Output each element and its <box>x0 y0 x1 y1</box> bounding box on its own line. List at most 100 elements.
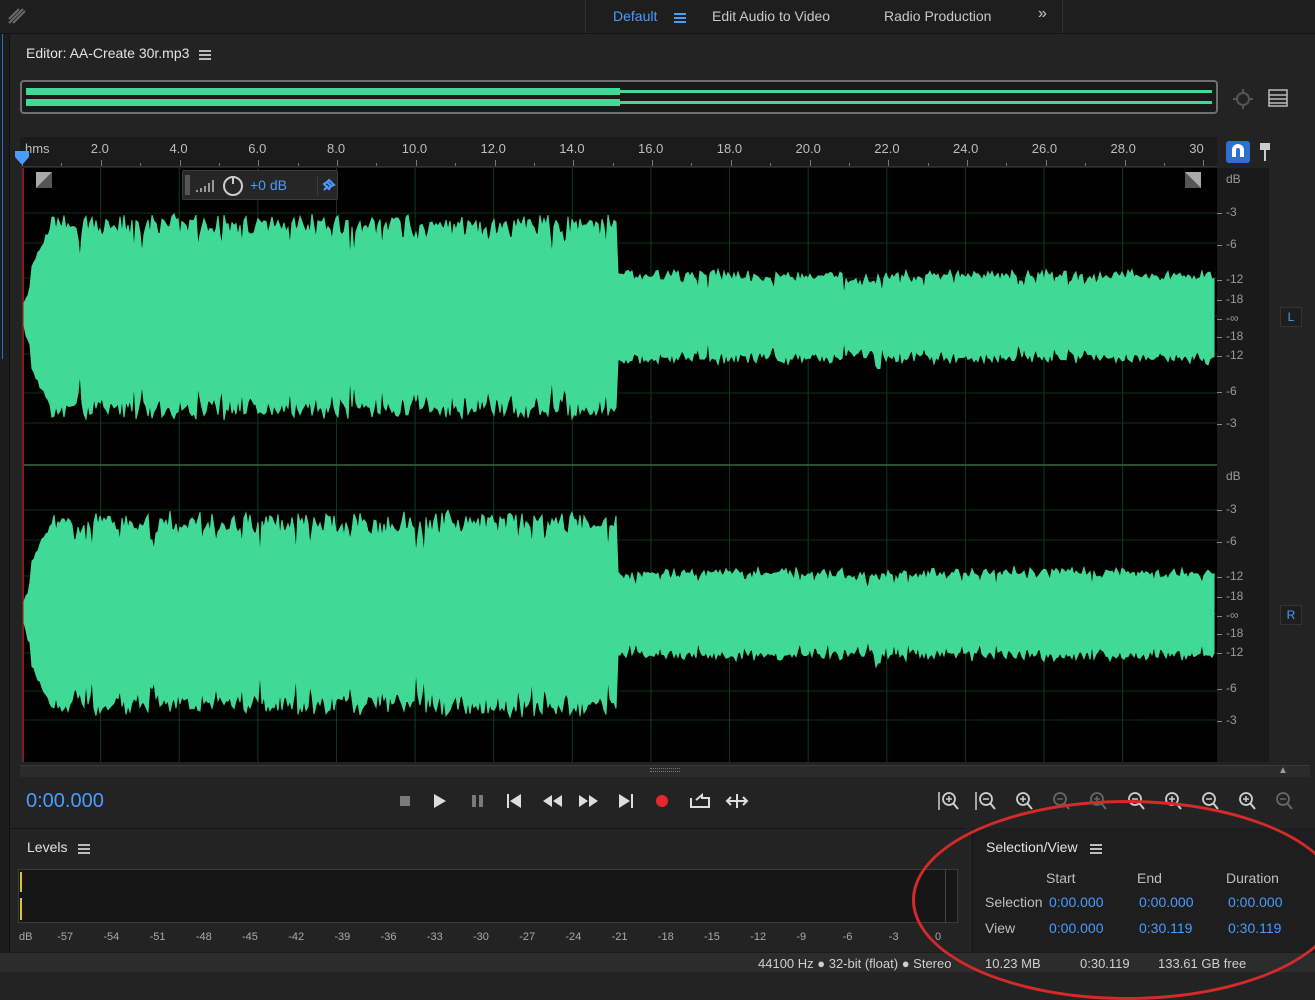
workspace-radio-production[interactable]: Radio Production <box>884 8 991 24</box>
db-tick <box>1217 634 1222 635</box>
editor-menu-icon[interactable] <box>199 48 211 67</box>
db-tick <box>1217 721 1222 722</box>
db-label: -12 <box>1226 645 1244 659</box>
waveform-display[interactable] <box>22 168 1217 762</box>
workspace-edit-audio-to-video[interactable]: Edit Audio to Video <box>712 8 830 24</box>
meter-scale-label: -27 <box>519 931 536 943</box>
playhead-marker-icon[interactable] <box>15 151 29 165</box>
levels-menu-icon[interactable] <box>78 842 90 861</box>
ruler-tick <box>967 160 968 166</box>
volume-knob-icon[interactable] <box>221 174 245 198</box>
stop-icon[interactable] <box>394 790 418 812</box>
selection-duration-value[interactable]: 0:00.000 <box>1228 894 1283 910</box>
overview-navigator[interactable] <box>20 80 1218 114</box>
ruler-tick <box>1163 163 1165 166</box>
db-tick <box>1217 689 1222 690</box>
tool-icon[interactable] <box>6 6 28 26</box>
fade-out-handle-icon[interactable] <box>1185 172 1201 188</box>
db-scale[interactable]: dB -3 -6 -12 -18 -∞ -18 -12 -6 -3 dB -3 -6 -12 -18 -∞ -1… <box>1217 168 1269 762</box>
skip-to-start-icon[interactable] <box>504 790 528 812</box>
view-duration-value[interactable]: 0:30.119 <box>1228 920 1281 936</box>
rewind-icon[interactable] <box>541 790 565 812</box>
waveform-canvas[interactable] <box>22 168 1217 762</box>
signal-bars-icon <box>195 177 215 193</box>
zoom-tracks-icon[interactable] <box>1271 790 1295 812</box>
workspace-default[interactable]: Default <box>613 8 657 24</box>
meter-scale-label: -18 <box>657 931 674 943</box>
channel-left-button[interactable]: L <box>1280 307 1302 327</box>
current-time-display[interactable]: 0:00.000 <box>26 790 104 813</box>
ruler-tick <box>415 160 417 166</box>
meter-scale-label: 0 <box>935 931 942 943</box>
meter-scale-label: -54 <box>103 931 120 943</box>
db-label: -6 <box>1226 681 1237 695</box>
waveform-right-channel[interactable] <box>23 509 1215 719</box>
db-tick <box>1217 424 1222 425</box>
volume-value[interactable]: +0 dB <box>250 177 287 193</box>
db-tick <box>1217 245 1222 246</box>
selection-end-value[interactable]: 0:00.000 <box>1139 894 1194 910</box>
play-icon[interactable] <box>430 790 454 812</box>
channel-right-button[interactable]: R <box>1280 605 1302 625</box>
column-end: End <box>1137 870 1162 886</box>
ruler-label: 8.0 <box>327 141 346 156</box>
zoom-in-point-icon[interactable] <box>1123 790 1147 812</box>
meter-scale-label: -24 <box>565 931 582 943</box>
meter-scale-label: -15 <box>704 931 720 943</box>
fade-in-handle-icon[interactable] <box>36 172 52 188</box>
db-label: -18 <box>1226 589 1244 603</box>
db-tick <box>1217 616 1222 617</box>
db-label: -18 <box>1226 329 1244 343</box>
db-tick <box>1217 597 1222 598</box>
meter-scale-label: -39 <box>334 931 351 943</box>
list-view-icon[interactable] <box>1268 89 1288 107</box>
scroll-grip-icon[interactable] <box>650 768 680 772</box>
snap-icon[interactable] <box>1226 141 1250 163</box>
zoom-out-full-icon[interactable] <box>1160 790 1184 812</box>
pin-icon[interactable] <box>317 176 337 196</box>
view-start-value[interactable]: 0:00.000 <box>1049 920 1104 936</box>
time-ruler[interactable]: hms 2.0 4.0 6.0 8.0 10.0 12.0 14.0 16.0 18.0 20.0… <box>20 137 1217 167</box>
waveform-left-channel[interactable] <box>23 213 1215 422</box>
horizontal-scrollbar[interactable]: ▲ <box>20 765 1310 777</box>
marker-pin-icon[interactable] <box>1258 142 1272 162</box>
selection-view-menu-icon[interactable] <box>1090 842 1102 861</box>
ruler-tick <box>1203 160 1205 166</box>
ruler-tick <box>927 163 929 166</box>
meter-scale-label: -9 <box>796 931 807 943</box>
meter-scale-label: -48 <box>195 931 212 943</box>
hud-drag-handle[interactable] <box>185 175 190 195</box>
workspace-menu-icon[interactable] <box>674 11 686 28</box>
ruler-label: 4.0 <box>169 141 188 156</box>
db-label: -∞ <box>1226 311 1239 325</box>
fast-forward-icon[interactable] <box>577 790 601 812</box>
record-icon[interactable] <box>652 790 676 812</box>
zoom-out-time-icon[interactable] <box>1048 790 1072 812</box>
db-label: dB <box>1226 469 1241 483</box>
zoom-selection-icon[interactable] <box>1085 790 1109 812</box>
zoom-in-time-icon[interactable] <box>1011 790 1035 812</box>
meter-scale-label: -51 <box>149 931 166 943</box>
skip-to-end-icon[interactable] <box>615 790 639 812</box>
meter-right-bar <box>20 898 22 920</box>
ruler-tick <box>730 160 732 166</box>
meter-scale-label: -33 <box>426 931 443 943</box>
overview-waveform <box>26 88 1212 106</box>
zoom-out-amplitude-icon[interactable] <box>974 790 998 812</box>
ruler-tick <box>691 163 693 166</box>
chevron-up-icon[interactable]: ▲ <box>1278 765 1288 776</box>
pause-icon[interactable] <box>467 790 491 812</box>
db-label: -18 <box>1226 626 1244 640</box>
db-tick <box>1217 337 1222 338</box>
zoom-fit-icon[interactable] <box>1197 790 1221 812</box>
view-end-value[interactable]: 0:30.119 <box>1139 920 1192 936</box>
meter-scale-label: -3 <box>888 931 899 943</box>
zoom-reset-icon[interactable] <box>1234 790 1258 812</box>
selection-start-value[interactable]: 0:00.000 <box>1049 894 1104 910</box>
db-label: -12 <box>1226 272 1244 286</box>
loop-icon[interactable] <box>688 790 712 812</box>
zoom-in-amplitude-icon[interactable] <box>937 790 961 812</box>
zoom-crosshair-icon[interactable] <box>1232 88 1254 110</box>
skip-selection-icon[interactable] <box>725 790 749 812</box>
chevron-double-right-icon[interactable]: » <box>1038 5 1047 23</box>
